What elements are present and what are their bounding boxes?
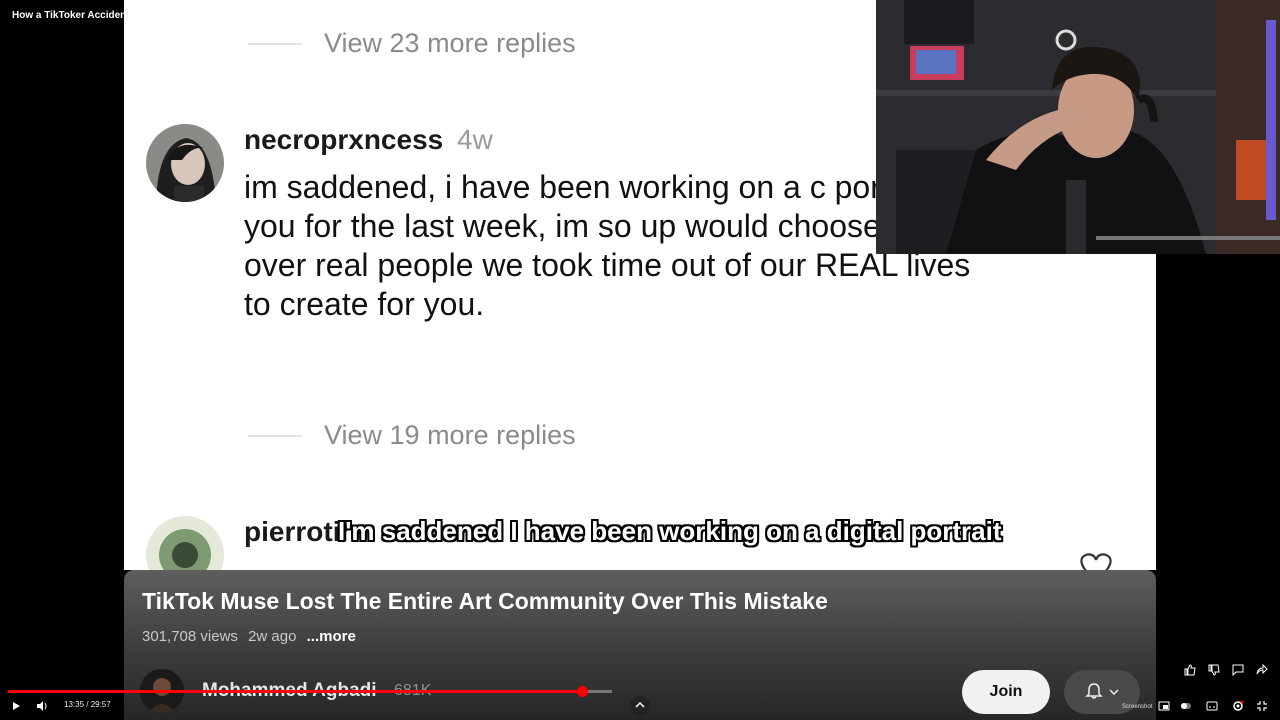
progress-played [8,690,582,693]
comment-age: 4w [457,124,493,155]
view-replies-label: View 19 more replies [324,420,576,450]
captions-icon[interactable] [1204,698,1220,714]
upload-age: 2w ago [248,628,297,645]
screenshot-label[interactable]: Screenshot [1122,704,1152,710]
view-more-replies-mid[interactable]: View 19 more replies [248,420,576,451]
comment-icon[interactable] [1230,662,1246,678]
autoplay-icon[interactable] [1178,698,1194,714]
player-controls: 13:35 / 29:57 Screenshot [0,696,1280,716]
share-icon[interactable] [1254,662,1270,678]
more-link[interactable]: ...more [307,628,356,645]
settings-icon[interactable] [1230,698,1246,714]
comment-header: necroprxncess 4w [244,124,493,156]
divider [248,42,302,45]
miniplayer-icon[interactable] [1156,698,1172,714]
dislike-icon[interactable] [1206,662,1222,678]
avatar[interactable] [146,516,224,570]
volume-icon[interactable] [34,698,50,714]
avatar[interactable] [146,124,224,202]
comment-username[interactable]: necroprxncess [244,124,443,155]
view-replies-label: View 23 more replies [324,28,576,58]
divider [248,434,302,437]
progress-bar[interactable] [8,686,612,697]
time-display: 13:35 / 29:57 [64,700,111,709]
fullscreen-exit-icon[interactable] [1254,698,1270,714]
video-title-overlay: How a TikToker Accidentally Ruined Her C… [12,10,367,21]
webcam-overlay [876,0,1280,254]
comment-username[interactable]: pierrot [244,516,333,547]
heart-icon[interactable] [1076,552,1116,570]
like-icon[interactable] [1182,662,1198,678]
subtitle-caption: I'm saddened I have been working on a di… [338,516,1002,546]
video-title[interactable]: TikTok Muse Lost The Entire Art Communit… [142,588,828,615]
play-icon[interactable] [8,698,24,714]
view-more-replies-top[interactable]: View 23 more replies [248,28,576,59]
view-count: 301,708 views [142,628,238,645]
video-meta: 301,708 views 2w ago ...more [142,628,362,645]
engagement-actions [1182,662,1270,678]
